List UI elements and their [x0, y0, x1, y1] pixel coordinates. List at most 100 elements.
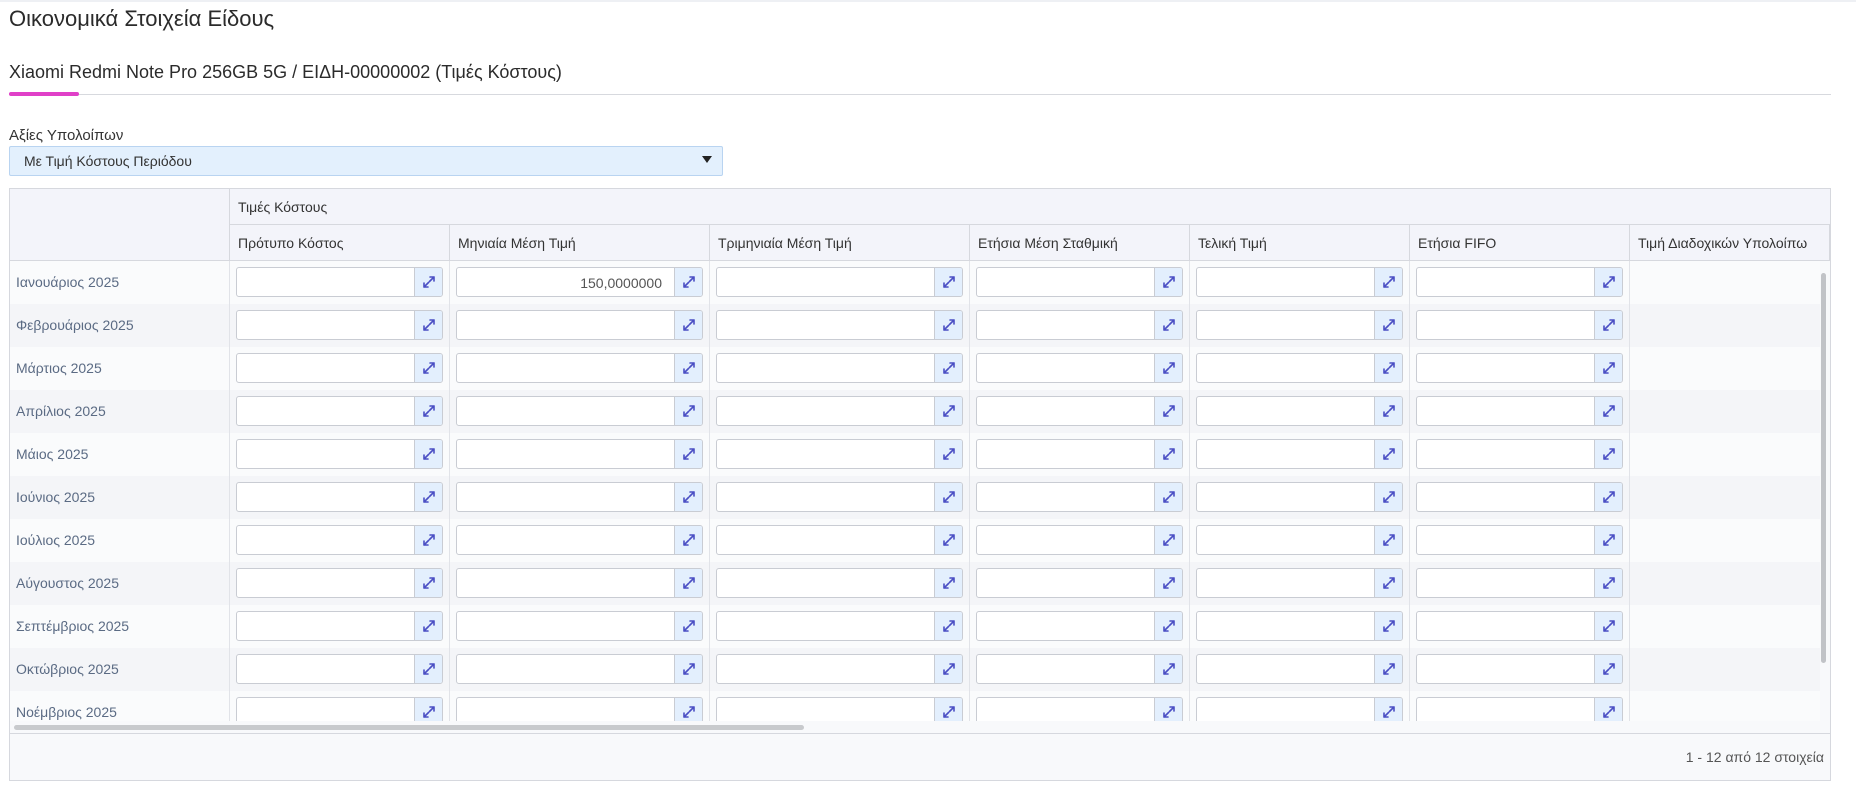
cost-input[interactable] — [456, 525, 703, 555]
cost-input[interactable] — [1416, 439, 1623, 469]
expand-icon[interactable] — [414, 569, 442, 597]
expand-icon[interactable] — [1374, 569, 1402, 597]
cost-input[interactable] — [1196, 267, 1403, 297]
cost-input[interactable] — [1196, 611, 1403, 641]
expand-icon[interactable] — [1594, 440, 1622, 468]
expand-icon[interactable] — [674, 569, 702, 597]
cost-input[interactable] — [1196, 568, 1403, 598]
cost-input[interactable] — [236, 525, 443, 555]
cost-input[interactable] — [236, 654, 443, 684]
cost-input[interactable] — [976, 482, 1183, 512]
expand-icon[interactable] — [1154, 569, 1182, 597]
cost-input[interactable] — [1196, 439, 1403, 469]
cost-input[interactable] — [1196, 654, 1403, 684]
expand-icon[interactable] — [934, 483, 962, 511]
cost-input[interactable] — [236, 396, 443, 426]
cost-input[interactable] — [236, 267, 443, 297]
cost-input[interactable] — [1416, 568, 1623, 598]
cost-input[interactable] — [976, 439, 1183, 469]
cost-input[interactable] — [716, 525, 963, 555]
expand-icon[interactable] — [1374, 483, 1402, 511]
expand-icon[interactable] — [1594, 354, 1622, 382]
cost-input[interactable] — [976, 568, 1183, 598]
expand-icon[interactable] — [934, 698, 962, 721]
expand-icon[interactable] — [1154, 526, 1182, 554]
column-header[interactable]: Ετήσια FIFO — [1410, 225, 1630, 261]
expand-icon[interactable] — [1374, 612, 1402, 640]
expand-icon[interactable] — [934, 440, 962, 468]
expand-icon[interactable] — [674, 612, 702, 640]
column-header[interactable]: Τελική Τιμή — [1190, 225, 1410, 261]
expand-icon[interactable] — [1154, 311, 1182, 339]
expand-icon[interactable] — [934, 655, 962, 683]
expand-icon[interactable] — [1374, 698, 1402, 721]
cost-input[interactable] — [456, 482, 703, 512]
expand-icon[interactable] — [934, 569, 962, 597]
cost-input[interactable] — [236, 611, 443, 641]
expand-icon[interactable] — [1374, 655, 1402, 683]
expand-icon[interactable] — [414, 397, 442, 425]
expand-icon[interactable] — [674, 311, 702, 339]
cost-input[interactable] — [1416, 310, 1623, 340]
cost-input[interactable] — [456, 310, 703, 340]
balance-values-select[interactable]: Με Τιμή Κόστους Περιόδου — [9, 146, 723, 176]
cost-input[interactable] — [976, 353, 1183, 383]
expand-icon[interactable] — [414, 354, 442, 382]
cost-input[interactable] — [1416, 353, 1623, 383]
expand-icon[interactable] — [674, 268, 702, 296]
cost-input[interactable] — [976, 611, 1183, 641]
cost-input[interactable] — [976, 267, 1183, 297]
cost-input[interactable] — [976, 654, 1183, 684]
column-header[interactable]: Τιμή Διαδοχικών Υπολοίπω — [1630, 225, 1830, 261]
expand-icon[interactable] — [1594, 569, 1622, 597]
cost-input[interactable] — [236, 439, 443, 469]
cost-input[interactable] — [1416, 697, 1623, 721]
expand-icon[interactable] — [934, 311, 962, 339]
expand-icon[interactable] — [1154, 655, 1182, 683]
column-header[interactable]: Μηνιαία Μέση Τιμή — [450, 225, 710, 261]
cost-input[interactable] — [1416, 482, 1623, 512]
cost-input[interactable] — [1196, 310, 1403, 340]
cost-input[interactable] — [716, 310, 963, 340]
cost-input[interactable] — [456, 439, 703, 469]
expand-icon[interactable] — [674, 397, 702, 425]
cost-input[interactable] — [1196, 525, 1403, 555]
expand-icon[interactable] — [1594, 698, 1622, 721]
expand-icon[interactable] — [934, 612, 962, 640]
expand-icon[interactable] — [1374, 354, 1402, 382]
cost-input[interactable] — [236, 310, 443, 340]
cost-input[interactable] — [1196, 697, 1403, 721]
cost-input[interactable] — [456, 396, 703, 426]
expand-icon[interactable] — [1594, 397, 1622, 425]
column-header[interactable]: Τριμηνιαία Μέση Τιμή — [710, 225, 970, 261]
cost-input[interactable] — [716, 482, 963, 512]
cost-input[interactable] — [456, 611, 703, 641]
expand-icon[interactable] — [414, 268, 442, 296]
expand-icon[interactable] — [1154, 354, 1182, 382]
expand-icon[interactable] — [1154, 483, 1182, 511]
expand-icon[interactable] — [674, 526, 702, 554]
cost-input[interactable] — [976, 310, 1183, 340]
expand-icon[interactable] — [934, 354, 962, 382]
expand-icon[interactable] — [414, 483, 442, 511]
expand-icon[interactable] — [934, 397, 962, 425]
cost-input[interactable] — [236, 568, 443, 598]
expand-icon[interactable] — [1154, 440, 1182, 468]
cost-input[interactable] — [1416, 611, 1623, 641]
expand-icon[interactable] — [1594, 483, 1622, 511]
cost-input[interactable] — [236, 482, 443, 512]
cost-input[interactable] — [236, 697, 443, 721]
vertical-scrollbar[interactable] — [1821, 273, 1826, 663]
expand-icon[interactable] — [1594, 311, 1622, 339]
cost-input[interactable] — [716, 568, 963, 598]
cost-input[interactable] — [716, 654, 963, 684]
cost-input[interactable] — [1416, 396, 1623, 426]
cost-input[interactable] — [236, 353, 443, 383]
column-header[interactable]: Πρότυπο Κόστος — [230, 225, 450, 261]
expand-icon[interactable] — [1374, 440, 1402, 468]
cost-input[interactable] — [716, 697, 963, 721]
cost-input[interactable] — [976, 697, 1183, 721]
expand-icon[interactable] — [414, 440, 442, 468]
cost-input[interactable] — [716, 439, 963, 469]
cost-input[interactable] — [1196, 353, 1403, 383]
